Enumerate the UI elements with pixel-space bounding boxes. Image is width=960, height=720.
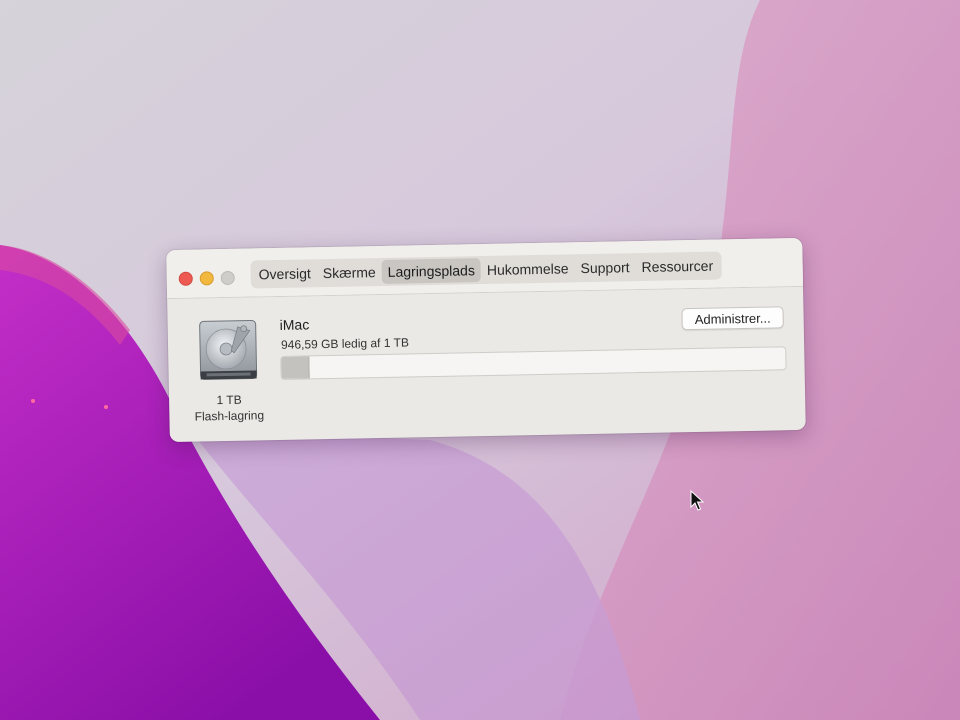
tab-hukommelse[interactable]: Hukommelse: [481, 256, 575, 282]
storage-window: Oversigt Skærme Lagringsplads Hukommelse…: [166, 237, 806, 443]
tab-support[interactable]: Support: [574, 255, 635, 280]
tab-ressourcer[interactable]: Ressourcer: [635, 254, 719, 280]
mouse-pointer-icon: [690, 490, 704, 511]
minimize-button[interactable]: [199, 271, 214, 286]
zoom-button[interactable]: [220, 270, 235, 286]
tab-bar: Oversigt Skærme Lagringsplads Hukommelse…: [250, 251, 722, 289]
disk-type-label: Flash-lagring: [194, 408, 265, 424]
storage-usage-bar: [280, 346, 787, 380]
disk-size-label: 1 TB: [216, 392, 242, 408]
drive-name: iMac: [279, 316, 310, 333]
manage-button[interactable]: Administrer...: [681, 306, 784, 331]
hard-drive-icon: [199, 319, 258, 380]
tab-skaerme[interactable]: Skærme: [317, 260, 382, 285]
tab-lagringsplads[interactable]: Lagringsplads: [381, 258, 482, 284]
storage-used-segment: [281, 356, 310, 379]
tab-oversigt[interactable]: Oversigt: [252, 261, 317, 286]
free-space-text: 946,59 GB ledig af 1 TB: [280, 335, 410, 352]
close-button[interactable]: [178, 271, 193, 286]
